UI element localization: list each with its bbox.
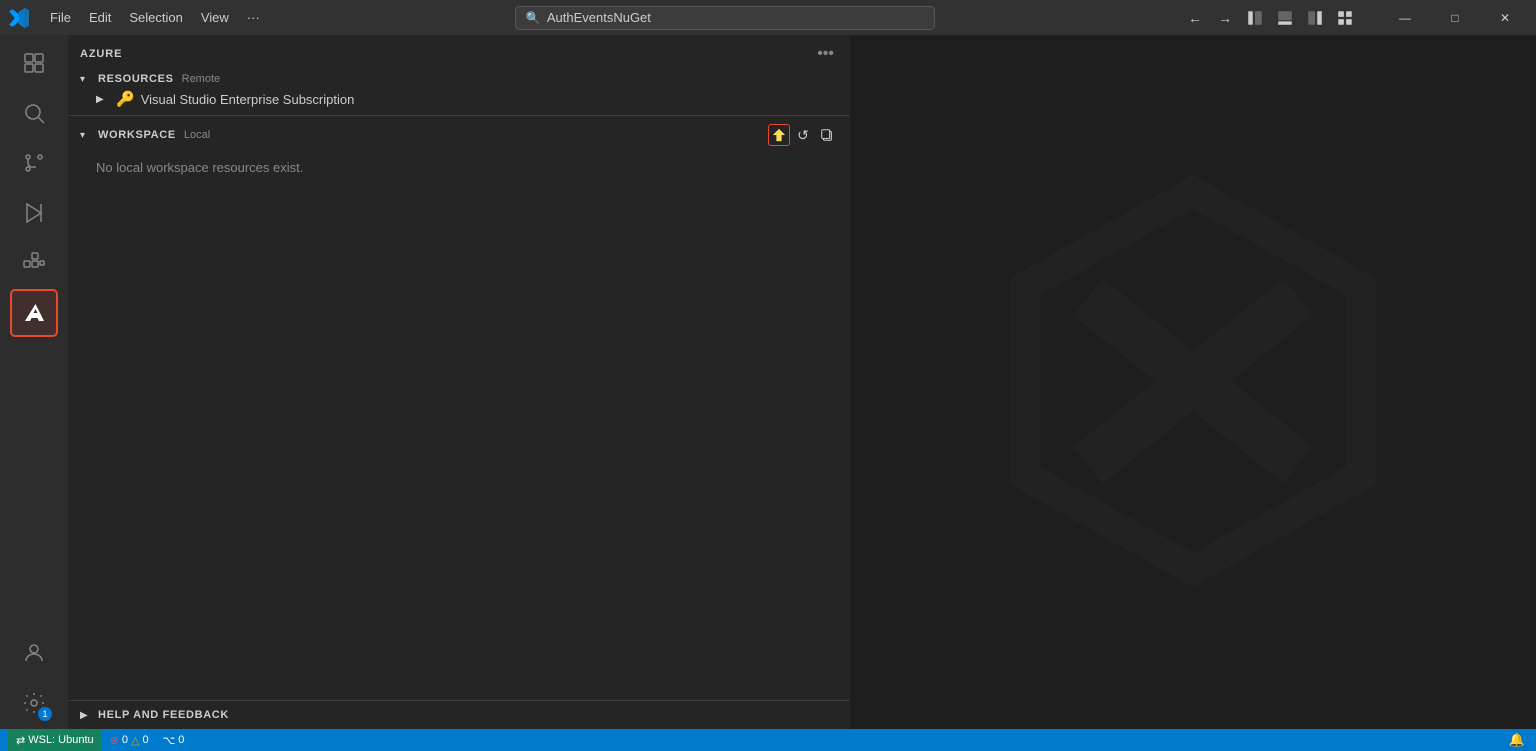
resources-chevron [80,74,94,85]
activity-run-debug[interactable] [10,189,58,237]
customize-layout[interactable] [1332,5,1358,31]
remote-label: WSL: Ubuntu [28,734,93,746]
errors-indicator[interactable]: ⊗ 0 △ 0 [104,729,155,751]
azure-section-header: AZURE ••• [68,35,850,71]
azure-more-button[interactable]: ••• [813,43,838,65]
toggle-secondary-sidebar[interactable] [1302,5,1328,31]
toggle-panel[interactable] [1272,5,1298,31]
search-icon: 🔍 [526,11,541,25]
workspace-header-left: WORKSPACE Local [80,129,210,141]
key-icon: 🔑 [116,90,135,108]
menu-edit[interactable]: Edit [81,6,119,29]
vscode-watermark [983,171,1403,594]
minimize-button[interactable]: — [1382,0,1428,35]
titlebar-search-area: 🔍 AuthEventsNuGet [276,6,1174,30]
workspace-header: WORKSPACE Local ↺ [68,116,850,152]
resources-label: RESOURCES [98,73,174,85]
activity-source-control[interactable] [10,139,58,187]
titlebar-menu: File Edit Selection View ··· [42,6,268,29]
activity-explorer[interactable] [10,39,58,87]
titlebar-actions: ← → — □ ✕ [1182,0,1528,35]
toggle-primary-sidebar[interactable] [1242,5,1268,31]
remote-indicator[interactable]: ⇄ WSL: Ubuntu [8,729,102,751]
back-button[interactable]: ← [1182,5,1208,31]
help-section: HELP AND FEEDBACK [68,700,850,729]
workspace-header-right: ↺ [768,124,838,146]
forward-button[interactable]: → [1212,5,1238,31]
resources-row[interactable]: RESOURCES Remote [68,71,850,87]
help-label: HELP AND FEEDBACK [98,709,229,721]
sidebar-panel: AZURE ••• RESOURCES Remote 🔑 Visual Stud… [68,35,850,729]
subscription-chevron [96,94,110,105]
menu-view[interactable]: View [193,6,237,29]
activity-account[interactable] [10,629,58,677]
titlebar: File Edit Selection View ··· 🔍 AuthEvent… [0,0,1536,35]
menu-more[interactable]: ··· [239,6,268,29]
help-row[interactable]: HELP AND FEEDBACK [68,701,850,729]
resources-section: RESOURCES Remote 🔑 Visual Studio Enterpr… [68,71,850,115]
notifications-bell[interactable]: 🔔 [1506,729,1528,751]
activitybar: 1 [0,35,68,729]
main-area: 1 AZURE ••• RESOURCES Remote 🔑 Visual St… [0,35,1536,729]
close-button[interactable]: ✕ [1482,0,1528,35]
activity-extensions[interactable] [10,239,58,287]
workspace-subtitle: Local [184,129,210,141]
remote-icon: ⇄ [16,734,25,747]
warnings-count: 0 [142,734,148,746]
workspace-chevron [80,130,94,141]
settings-badge: 1 [38,707,52,721]
workspace-deploy-button[interactable] [768,124,790,146]
port-icon: ⌥ [163,734,176,747]
resources-subtitle: Remote [182,73,221,85]
vscode-logo [8,7,30,29]
refresh-icon: ↺ [797,127,809,144]
subscription-item[interactable]: 🔑 Visual Studio Enterprise Subscription [68,87,850,111]
workspace-copy-button[interactable] [816,124,838,146]
help-chevron [80,710,94,721]
search-text: AuthEventsNuGet [547,10,651,25]
ports-indicator[interactable]: ⌥ 0 [157,729,191,751]
errors-count: 0 [122,734,128,746]
port-count: 0 [178,734,184,746]
azure-title: AZURE [80,48,122,60]
error-icon: ⊗ [110,734,119,747]
editor-area [850,35,1536,729]
activity-azure[interactable] [10,289,58,337]
workspace-section: WORKSPACE Local ↺ No local workspace res… [68,115,850,187]
workspace-label: WORKSPACE [98,129,176,141]
menu-selection[interactable]: Selection [121,6,190,29]
activity-search[interactable] [10,89,58,137]
search-box[interactable]: 🔍 AuthEventsNuGet [515,6,935,30]
activity-settings[interactable]: 1 [10,679,58,727]
subscription-label: Visual Studio Enterprise Subscription [141,92,355,107]
statusbar: ⇄ WSL: Ubuntu ⊗ 0 △ 0 ⌥ 0 🔔 [0,729,1536,751]
workspace-refresh-button[interactable]: ↺ [792,124,814,146]
warning-icon: △ [131,734,139,747]
maximize-button[interactable]: □ [1432,0,1478,35]
menu-file[interactable]: File [42,6,79,29]
workspace-empty-message: No local workspace resources exist. [68,152,850,187]
